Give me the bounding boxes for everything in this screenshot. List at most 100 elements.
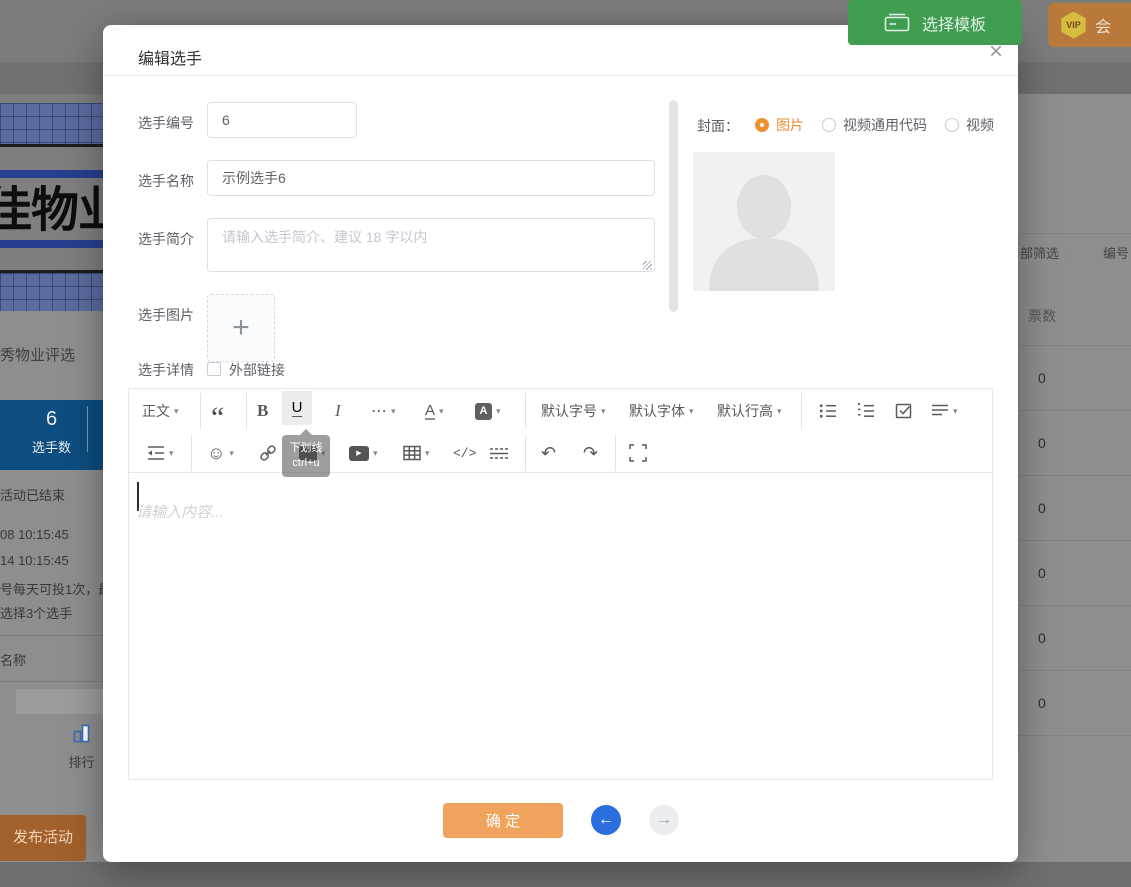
font-color-dropdown[interactable]: A ▾ (425, 397, 444, 425)
chevron-down-icon: ▾ (169, 447, 174, 458)
ranking-nav-item[interactable]: 排行 (60, 722, 103, 771)
more-formats-dropdown[interactable]: ⋯ ▾ (371, 397, 396, 425)
vip-badge-icon: VIP (1061, 11, 1086, 39)
name-input[interactable] (207, 160, 655, 196)
cover-video-code-radio-label[interactable]: 视频通用代码 (843, 117, 927, 133)
name-column-header: 名称 (0, 653, 27, 668)
vip-member-label: 会 (1095, 19, 1112, 36)
chevron-down-icon: ▾ (391, 405, 396, 416)
font-family-dropdown[interactable]: 默认字体 ▾ (629, 397, 694, 425)
form-scrollbar[interactable] (669, 100, 678, 312)
bold-button[interactable]: B (257, 397, 268, 425)
toolbar-divider (200, 393, 201, 429)
search-input[interactable] (16, 689, 103, 714)
ranking-bars-icon (73, 724, 89, 743)
chevron-down-icon: ∨ (1062, 249, 1071, 261)
divider (0, 635, 103, 636)
start-time-text: 08 10:15:45 (0, 527, 69, 542)
image-field-label: 选手图片 (138, 307, 194, 323)
table-dropdown[interactable]: ▾ (403, 439, 430, 467)
paragraph-style-dropdown[interactable]: 正文 ▾ (142, 397, 179, 425)
votes-cell: 0 (1038, 565, 1046, 581)
cover-image-radio-label[interactable]: 图片 (776, 117, 804, 133)
external-link-label[interactable]: 外部链接 (229, 360, 285, 380)
banner-grid-bottom (0, 273, 103, 311)
activity-title-text: 秀物业评选 (0, 347, 76, 364)
font-size-dropdown[interactable]: 默认字号 ▾ (541, 397, 606, 425)
video-insert-dropdown[interactable]: ▶ ▾ (349, 439, 378, 467)
chevron-down-icon: ▾ (601, 405, 606, 416)
chevron-down-icon: ▾ (229, 447, 234, 458)
font-size-label: 默认字号 (541, 403, 597, 419)
banner-gray-band (0, 147, 103, 170)
number-input[interactable] (207, 102, 357, 138)
vip-member-button[interactable]: VIP 会 (1048, 3, 1131, 47)
chevron-down-icon: ▾ (496, 405, 501, 416)
banner-blue-stripe (0, 170, 103, 178)
banner-spacer (0, 94, 103, 103)
confirm-button[interactable]: 确 定 (443, 803, 563, 838)
task-list-button[interactable] (895, 397, 913, 425)
row-divider (1018, 670, 1131, 671)
code-button[interactable]: </> (453, 439, 476, 467)
plus-icon: + (232, 311, 250, 344)
blockquote-button[interactable]: “ (211, 397, 224, 433)
previous-button[interactable]: ← (591, 805, 621, 835)
cover-image-radio[interactable] (755, 118, 769, 132)
publish-activity-button[interactable]: 发布活动 (0, 815, 86, 861)
filter-dropdown[interactable]: 部筛选 ∨ (1020, 243, 1071, 262)
link-button[interactable] (259, 439, 277, 467)
bold-icon: B (257, 401, 269, 420)
chevron-down-icon: ▾ (373, 447, 378, 458)
external-link-checkbox[interactable] (207, 362, 221, 376)
redo-icon: ↷ (583, 442, 599, 463)
intro-textarea[interactable] (207, 218, 655, 272)
name-field-label: 选手名称 (138, 173, 194, 189)
cover-video-code-radio[interactable] (822, 118, 836, 132)
cover-preview (693, 152, 835, 291)
line-height-dropdown[interactable]: 默认行高 ▾ (717, 397, 782, 425)
toolbar-divider (801, 393, 802, 429)
undo-icon: ↶ (541, 442, 557, 463)
editor-content-area[interactable]: 请输入内容... (129, 474, 992, 779)
font-color-icon: A (425, 401, 436, 420)
redo-button[interactable]: ↷ (583, 439, 598, 467)
choose-template-label: 选择模板 (921, 16, 986, 34)
bullet-list-button[interactable] (819, 397, 837, 425)
align-dropdown[interactable]: ▾ (931, 397, 958, 425)
align-icon (932, 404, 948, 416)
link-icon (260, 445, 276, 461)
votes-cell: 0 (1038, 500, 1046, 516)
font-family-label: 默认字体 (629, 403, 685, 419)
number-field-label: 选手编号 (138, 115, 194, 131)
next-button[interactable]: → (649, 805, 679, 835)
horizontal-rule-button[interactable] (489, 439, 509, 467)
cover-video-radio[interactable] (945, 118, 959, 132)
votes-cell: 0 (1038, 695, 1046, 711)
image-upload-button[interactable]: + (207, 294, 275, 362)
filter-label: 部筛选 (1020, 246, 1060, 261)
person-silhouette-icon (709, 175, 819, 291)
ranking-label: 排行 (68, 755, 95, 770)
row-divider (1018, 475, 1131, 476)
more-icon: ⋯ (371, 403, 387, 420)
fullscreen-button[interactable] (629, 439, 647, 467)
chevron-down-icon: ▾ (777, 405, 782, 416)
italic-button[interactable]: I (335, 397, 341, 425)
vote-rule-text2: 选择3个选手 (0, 606, 73, 621)
emoji-dropdown[interactable]: ☺ ▾ (207, 439, 234, 467)
row-divider (1018, 605, 1131, 606)
banner-blue-stripe (0, 240, 103, 248)
rich-text-editor: 正文 ▾ “ B U I ⋯ ▾ A ▾ A ▾ 默认字号 ▾ 默认字体 ▾ 默… (128, 388, 993, 780)
highlight-color-dropdown[interactable]: A ▾ (475, 397, 501, 425)
ordered-list-button[interactable] (857, 397, 875, 425)
banner-grid-top (0, 103, 103, 144)
resize-handle-icon[interactable] (643, 261, 652, 270)
choose-template-button[interactable]: 选择模板 (848, 0, 1022, 45)
indent-dropdown[interactable]: ▾ (147, 439, 174, 467)
paragraph-style-label: 正文 (142, 403, 170, 419)
undo-button[interactable]: ↶ (541, 439, 556, 467)
underline-button[interactable]: U (282, 391, 312, 425)
emoji-icon: ☺ (207, 442, 226, 463)
cover-video-radio-label[interactable]: 视频 (966, 117, 994, 133)
